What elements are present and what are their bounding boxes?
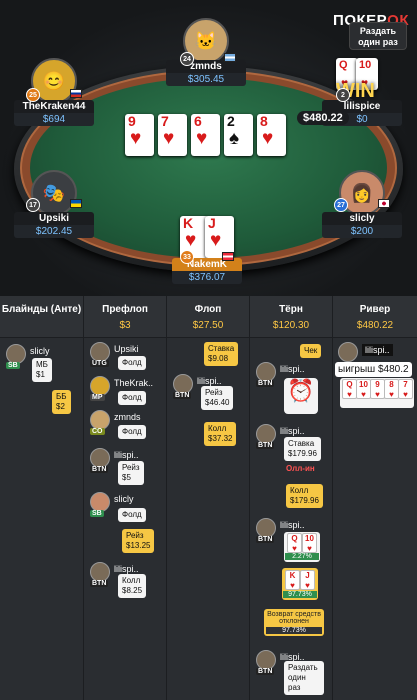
avatar: UTG (90, 342, 110, 367)
action-bubble: Колл $8.25 (118, 574, 147, 598)
player-stack: $202.45 (14, 225, 94, 238)
action-bubble: Фолд (118, 425, 146, 439)
player-stack: $305.45 (166, 73, 246, 86)
board-card-3: 6 ♥ (191, 114, 220, 156)
column-header: Ривер $480.22 (333, 296, 417, 338)
avatar (338, 342, 358, 362)
level-badge: 33 (180, 250, 194, 264)
timer-clock-icon: ⏰ (284, 378, 318, 414)
flag-icon (378, 199, 390, 208)
player-name: TheKraken44 (14, 100, 94, 113)
mini-card: J ♥ (300, 570, 315, 590)
flag-icon (222, 252, 234, 261)
allin-label: Олл-ин (286, 464, 315, 473)
mini-card: Q ♥ (342, 379, 357, 399)
history-entry: lilispi.. (338, 342, 393, 362)
action-bubble: Рейз $46.40 (201, 386, 234, 410)
action-bubble: МБ $1 (32, 358, 52, 382)
level-badge: 17 (26, 198, 40, 212)
level-badge: 2 (336, 88, 350, 102)
column-header: Блайнды (Анте) (0, 296, 83, 338)
action-bubble: ББ $2 (52, 390, 71, 414)
flag-icon (70, 89, 82, 98)
avatar: BTN (256, 424, 276, 449)
avatar: BTN (256, 362, 276, 387)
player-stack: $200 (322, 225, 402, 238)
action-bubble: Раздать один раз (284, 661, 324, 695)
avatar: CO (90, 410, 110, 435)
column-header: Флоп $27.50 (167, 296, 249, 338)
player-stack: $694 (14, 113, 94, 126)
poker-table-view: ПОКЕРОК Раздать один раз 🐱 zmnds $305.45… (0, 0, 417, 296)
action-bubble: Рейз $13.25 (122, 529, 155, 553)
mini-card: 9 ♥ (370, 379, 385, 399)
avatar: BTN (256, 650, 276, 675)
winner-hole-cards: Q ♥ 10 ♥ WIN (322, 58, 402, 104)
column-header: Тёрн $120.30 (250, 296, 332, 338)
avatar: MP (90, 376, 110, 401)
avatar: BTN (90, 448, 110, 473)
board-card-4: 2 ♠ (224, 114, 253, 156)
avatar: BTN (173, 374, 193, 399)
mini-card: 7 ♥ (398, 379, 413, 399)
player-name: slicly (322, 212, 402, 225)
board-card-2: 7 ♥ (158, 114, 187, 156)
win-amount-box: ыигрыш $480.2 (335, 362, 412, 377)
mini-card: 8 ♥ (384, 379, 399, 399)
mini-card: 10 ♥ (302, 533, 317, 553)
avatar: SB (90, 492, 110, 517)
seat-top[interactable]: 🐱 zmnds $305.45 (166, 18, 246, 86)
winning-hand-cards: Q ♥ 10 ♥ 9 ♥ 8 ♥ 7 ♥ (340, 378, 414, 408)
flag-icon (70, 199, 82, 208)
avatar: SB (6, 344, 26, 369)
action-bubble: Ставка $179.96 (284, 437, 321, 461)
column-header: Префлоп $3 (84, 296, 166, 338)
board-card-1: 9 ♥ (125, 114, 154, 156)
action-bubble: Фолд (118, 508, 146, 522)
action-bubble: Рейз $5 (118, 461, 144, 485)
pot-amount: $480.22 (297, 111, 349, 125)
equity-card-box: K ♥ J ♥ 97.73% (282, 568, 318, 600)
avatar: BTN (90, 562, 110, 587)
mini-card: Q ♥ (287, 533, 302, 553)
equity-card-box: Q ♥ 10 ♥ 2.27% (284, 532, 320, 562)
mini-card: K ♥ (285, 570, 300, 590)
action-bubble: Колл $37.32 (204, 422, 237, 446)
level-badge: 27 (334, 198, 348, 212)
action-bubble: Чек (300, 344, 322, 358)
level-badge: 24 (180, 52, 194, 66)
action-bubble: Фолд (118, 356, 146, 370)
player-name: Upsiki (14, 212, 94, 225)
mini-card: 10 ♥ (356, 379, 371, 399)
action-bubble: Ставка $9.08 (204, 342, 239, 366)
flag-icon (224, 53, 236, 62)
action-bubble: Колл $179.96 (286, 484, 323, 508)
player-stack: $376.07 (172, 271, 242, 284)
level-badge: 25 (26, 88, 40, 102)
avatar: BTN (256, 518, 276, 543)
action-bubble: Фолд (118, 391, 146, 405)
refund-notice: Возврат средств отклонен 97.73% (264, 609, 324, 636)
cashout-once-button[interactable]: Раздать один раз (349, 22, 407, 50)
hand-history-panel: Блайнды (Анте) Префлоп $3 Флоп $27.50 Тёрн… (0, 296, 417, 700)
board-card-5: 8 ♥ (257, 114, 286, 156)
